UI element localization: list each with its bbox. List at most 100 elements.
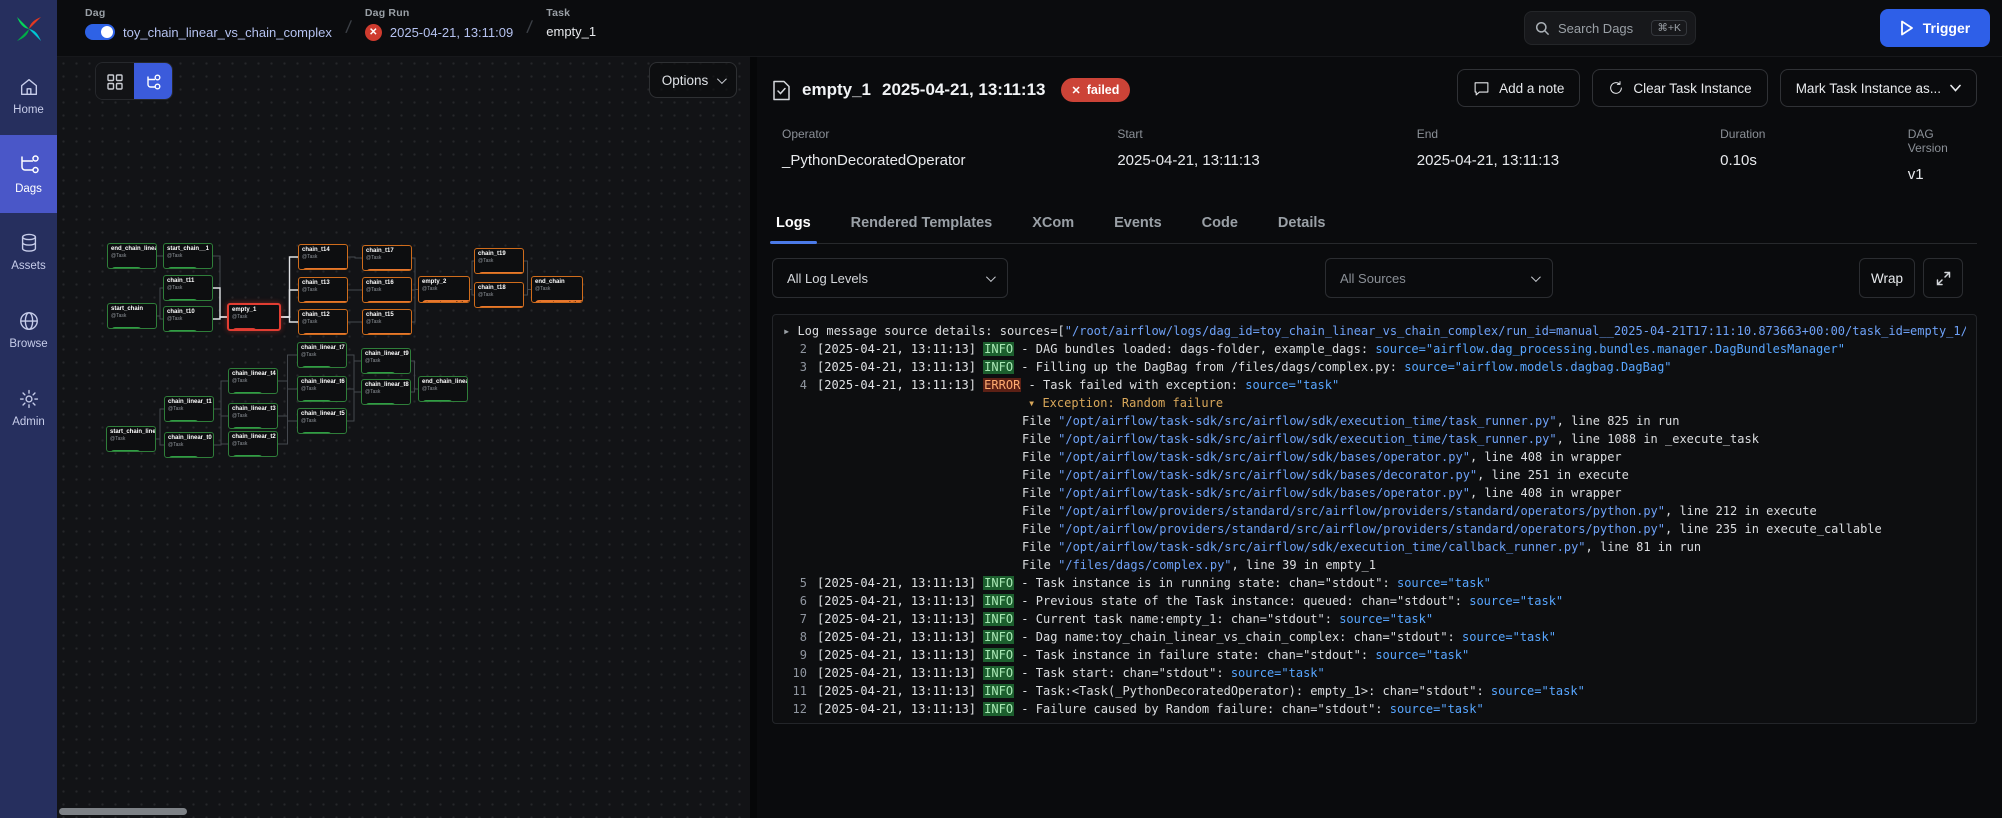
node-operator-label: @Task	[167, 253, 209, 259]
meta-label: Start	[1117, 127, 1416, 141]
tab-details[interactable]: Details	[1276, 207, 1328, 243]
task-instance-date: 2025-04-21, 13:11:13	[882, 80, 1046, 100]
log-line-number[interactable]: 10	[783, 664, 807, 682]
sidebar-item-assets[interactable]: Assets	[0, 213, 57, 291]
graph-node-start_chain[interactable]: start_chain@Task✓ success	[107, 303, 157, 329]
log-line-number[interactable]: 8	[783, 628, 807, 646]
wrap-button[interactable]: Wrap	[1859, 258, 1915, 298]
graph-options-button[interactable]: Options	[649, 62, 737, 98]
horizontal-scrollbar[interactable]	[59, 808, 187, 815]
graph-node-end_chain_linear__1[interactable]: end_chain_linear__1@Task✓ success	[107, 243, 157, 269]
graph-node-empty_2[interactable]: empty_2@Task⊘ upstream_failed	[418, 276, 470, 303]
airflow-logo[interactable]	[0, 0, 57, 57]
grid-view-button[interactable]	[96, 63, 134, 100]
log-seg-ts: [2025-04-21, 13:11:13]	[817, 612, 983, 626]
sidebar-item-admin[interactable]: Admin	[0, 369, 57, 447]
graph-node-chain_t19[interactable]: chain_t19@Task⊘ upstream_failed	[474, 248, 524, 274]
graph-node-chain_linear_t8[interactable]: chain_linear_t8@Task✓ success	[361, 379, 411, 405]
node-operator-label: @Task	[366, 287, 408, 293]
fullscreen-button[interactable]	[1923, 258, 1963, 298]
add-note-button[interactable]: Add a note	[1457, 69, 1580, 107]
graph-node-chain_t18[interactable]: chain_t18@Task⊘ upstream_failed	[474, 282, 524, 308]
tab-code[interactable]: Code	[1200, 207, 1240, 243]
log-line: File "/opt/airflow/task-sdk/src/airflow/…	[783, 430, 1966, 448]
trigger-button[interactable]: Trigger	[1880, 9, 1990, 47]
sidebar-item-home[interactable]: Home	[0, 57, 57, 135]
log-seg-txt: , line 39 in empty_1	[1232, 558, 1377, 572]
meta-value: _PythonDecoratedOperator	[782, 152, 1117, 169]
graph-node-chain_t17[interactable]: chain_t17@Task⊘ upstream_failed	[362, 245, 412, 271]
log-line-number[interactable]: 3	[783, 358, 807, 376]
log-line-number[interactable]: 11	[783, 682, 807, 700]
graph-node-end_chain[interactable]: end_chain@Task⊘ upstream_failed	[531, 276, 583, 303]
log-level-select[interactable]: All Log Levels	[772, 258, 1008, 298]
log-seg-txt: , line 408 in wrapper	[1470, 450, 1622, 464]
graph-edge	[278, 381, 297, 389]
graph-node-chain_linear_t6[interactable]: chain_linear_t6@Task✓ success	[297, 376, 347, 402]
graph-node-chain_t11[interactable]: chain_t11@Task✓ success	[163, 275, 213, 301]
sidebar-item-label: Admin	[12, 416, 45, 428]
mark-task-instance-as-button[interactable]: Mark Task Instance as...	[1780, 69, 1977, 107]
log-line-number[interactable]: 7	[783, 610, 807, 628]
graph-node-chain_t10[interactable]: chain_t10@Task✓ success	[163, 306, 213, 332]
search-dags-box[interactable]: Search Dags ⌘+K	[1524, 11, 1696, 45]
graph-edges	[57, 57, 750, 818]
node-operator-label: @Task	[232, 378, 274, 384]
sidebar-item-browse[interactable]: Browse	[0, 291, 57, 369]
graph-node-chain_linear_t9[interactable]: chain_linear_t9@Task✓ success	[361, 348, 411, 374]
graph-node-start_chain__1[interactable]: start_chain__1@Task✓ success	[163, 243, 213, 269]
breadcrumb-run-value[interactable]: 2025-04-21, 13:11:09	[390, 25, 513, 40]
graph-node-chain_t12[interactable]: chain_t12@Task⊘ upstream_failed	[298, 309, 348, 335]
tab-xcom[interactable]: XCom	[1030, 207, 1076, 243]
panel-splitter[interactable]	[750, 57, 757, 818]
log-line-number[interactable]: 2	[783, 340, 807, 358]
graph-node-chain_linear_t1[interactable]: chain_linear_t1@Task✓ success	[164, 396, 214, 422]
task-instance-title: empty_1	[802, 80, 871, 100]
clear-task-instance-button[interactable]: Clear Task Instance	[1592, 69, 1767, 107]
graph-node-chain_linear_t3[interactable]: chain_linear_t3@Task✓ success	[228, 403, 278, 429]
log-source-select[interactable]: All Sources	[1325, 258, 1553, 298]
tab-logs[interactable]: Logs	[774, 207, 813, 243]
tab-events[interactable]: Events	[1112, 207, 1164, 243]
graph-node-chain_linear_t7[interactable]: chain_linear_t7@Task✓ success	[297, 342, 347, 368]
log-line-number[interactable]: 4	[783, 376, 807, 394]
log-seg-txt: - Task start: chan="stdout":	[1014, 666, 1231, 680]
node-label: chain_t19	[478, 251, 520, 257]
graph-node-chain_linear_t2[interactable]: chain_linear_t2@Task✓ success	[228, 431, 278, 457]
log-seg-lvl-info: INFO	[983, 594, 1014, 608]
graph-node-chain_linear_t4[interactable]: chain_linear_t4@Task✓ success	[228, 368, 278, 394]
log-line-number[interactable]: 6	[783, 592, 807, 610]
graph-node-chain_t15[interactable]: chain_t15@Task⊘ upstream_failed	[362, 309, 412, 335]
log-seg-src: source="task"	[1245, 378, 1339, 392]
graph-node-empty_1[interactable]: empty_1@Task✕ failed	[227, 303, 281, 331]
graph-view-button[interactable]	[134, 63, 172, 100]
refresh-icon	[1608, 80, 1624, 96]
log-seg-path: "/files/dags/complex.py"	[1058, 558, 1231, 572]
log-line-number[interactable]: 12	[783, 700, 807, 718]
graph-node-end_chain_linear[interactable]: end_chain_linear@Task✓ success	[418, 376, 468, 402]
log-seg-ts: [2025-04-21, 13:11:13]	[817, 702, 983, 716]
node-status-badge: ⊘ upstream_failed	[366, 301, 412, 303]
breadcrumb-dag-value[interactable]: toy_chain_linear_vs_chain_complex	[123, 25, 332, 40]
log-line[interactable]: ▸ Log message source details: sources=["…	[783, 322, 1966, 340]
graph-node-chain_linear_t5[interactable]: chain_linear_t5@Task✓ success	[297, 408, 347, 434]
log-line: 3[2025-04-21, 13:11:13] INFO - Filling u…	[783, 358, 1966, 376]
graph-node-chain_t16[interactable]: chain_t16@Task⊘ upstream_failed	[362, 277, 412, 303]
graph-node-start_chain_linear[interactable]: start_chain_linear@Task✓ success	[106, 426, 156, 452]
log-line[interactable]: ▾ Exception: Random failure	[783, 394, 1966, 412]
node-status-badge: ⊘ upstream_failed	[302, 301, 348, 303]
node-status-badge: ✓ success	[111, 327, 142, 329]
node-operator-label: @Task	[301, 418, 343, 424]
tab-rendered-templates[interactable]: Rendered Templates	[849, 207, 995, 243]
dag-pause-toggle[interactable]	[85, 24, 115, 40]
log-line-number[interactable]: 5	[783, 574, 807, 592]
breadcrumb-task-value[interactable]: empty_1	[546, 24, 596, 39]
node-status-badge: ⊘ upstream_failed	[422, 300, 470, 303]
graph-node-chain_t13[interactable]: chain_t13@Task⊘ upstream_failed	[298, 277, 348, 303]
graph-node-chain_linear_t0[interactable]: chain_linear_t0@Task✓ success	[164, 432, 214, 458]
log-seg-lvl-info: INFO	[983, 630, 1014, 644]
sidebar-item-dags[interactable]: Dags	[0, 135, 57, 213]
graph-node-chain_t14[interactable]: chain_t14@Task⊘ upstream_failed	[298, 244, 348, 270]
graph-edge	[411, 361, 418, 389]
log-line-number[interactable]: 9	[783, 646, 807, 664]
